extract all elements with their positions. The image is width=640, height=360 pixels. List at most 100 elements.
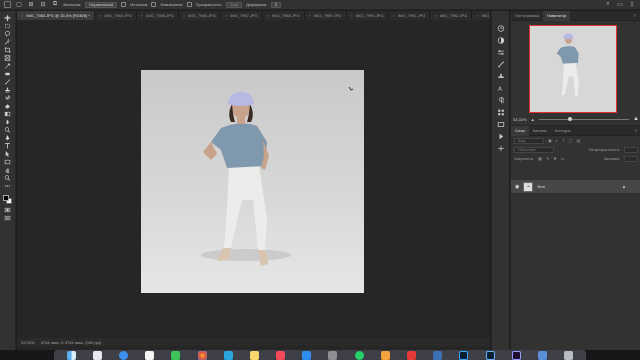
lock-pixels-icon[interactable]: ▦ [538,156,542,161]
app-store-icon[interactable] [302,350,312,360]
color-swatches[interactable] [2,194,13,205]
tab-document-7[interactable]: × IMG_7990.JPG [346,11,389,20]
magic-wand-icon[interactable] [4,39,12,45]
zoom-tool-icon[interactable] [4,175,12,181]
source-radio[interactable] [121,2,127,7]
use-pattern-button[interactable]: Узор [225,1,243,8]
photos-icon[interactable] [197,350,207,360]
clone-source-icon[interactable] [497,73,505,80]
whatsapp-icon[interactable] [354,350,364,360]
filter-adjust-icon[interactable]: ◐ [556,138,558,143]
libraries-icon[interactable] [497,121,505,128]
path-selection-icon[interactable] [4,151,12,157]
character-icon[interactable]: A [497,85,505,92]
blend-mode-select[interactable]: Обычные [514,146,554,153]
screen-mode-icon[interactable] [4,215,12,221]
layers-menu-icon[interactable]: ≡ [631,126,640,136]
history-brush-icon[interactable] [4,95,12,101]
downloads-icon[interactable] [537,350,547,360]
notes-icon[interactable] [249,350,259,360]
patch-mode-select[interactable]: Нормальный [85,1,118,8]
tab-document-1[interactable]: × IMG_7984.JPG [94,11,137,20]
selection-new-icon[interactable]: ▢ [15,1,23,8]
tab-document-6[interactable]: × IMG_7989.JPG [304,11,347,20]
document-canvas[interactable] [141,70,364,293]
move-tool-icon[interactable] [4,15,12,21]
clone-stamp-icon[interactable] [4,87,12,93]
quick-mask-icon[interactable] [4,207,12,213]
pen-tool-icon[interactable] [4,135,12,141]
blur-tool-icon[interactable] [4,119,12,125]
calendar-icon[interactable] [145,350,155,360]
healing-brush-icon[interactable] [4,71,12,77]
tab-histogram[interactable]: Гистограмма [511,11,543,21]
artboard-tool-icon[interactable] [4,23,12,29]
hand-tool-icon[interactable] [4,167,12,173]
navigator-view-frame[interactable] [529,25,617,113]
tab-document-0[interactable]: × IMG_7983.JPG @ 33,3% (RGB/8) * [17,11,95,20]
tab-document-8[interactable]: × IMG_7991.JPG [388,11,431,20]
swatches-icon[interactable] [497,109,505,116]
youtube-icon[interactable] [407,350,417,360]
filter-smart-icon[interactable]: ▤ [576,138,580,143]
zoom-in-icon[interactable]: ▲ [633,116,639,122]
pages-icon[interactable] [380,350,390,360]
opacity-input[interactable] [624,146,638,153]
settings-icon[interactable] [328,350,338,360]
music-icon[interactable] [276,350,286,360]
gradient-tool-icon[interactable] [4,111,12,117]
tab-paths[interactable]: Контуры [551,126,575,136]
foreground-color-swatch[interactable] [3,195,9,201]
tab-document-5[interactable]: × IMG_7988.JPG [262,11,305,20]
search-icon[interactable]: ⌕ [604,1,612,8]
messages-icon[interactable] [171,350,181,360]
eyedropper-icon[interactable] [4,63,12,69]
crop-tool-icon[interactable] [4,47,12,53]
lock-paint-icon[interactable]: ✎ [546,156,549,161]
workspace-icon[interactable]: ▭ [616,1,624,8]
navigator-zoom-value[interactable]: 33,33% [513,117,527,122]
launchpad-icon[interactable] [92,350,102,360]
type-tool-icon[interactable] [4,143,12,149]
photoshop-icon[interactable] [459,350,469,360]
tab-document-10[interactable]: ×IMG_7 [472,11,490,20]
tab-close-icon[interactable]: × [434,13,436,18]
premiere-icon[interactable] [511,350,521,360]
panel-menu-icon[interactable]: ≡ [630,11,640,21]
rectangle-tool-icon[interactable] [4,159,12,165]
selection-add-icon[interactable]: ⊞ [27,1,35,8]
finder-icon[interactable] [66,350,76,360]
tab-close-icon[interactable]: × [351,13,353,18]
eraser-icon[interactable] [4,103,12,109]
zoom-slider[interactable] [538,116,630,121]
frame-tool-icon[interactable] [4,55,12,61]
status-zoom[interactable]: 33,33% [21,340,35,345]
tab-document-2[interactable]: × IMG_7985.JPG [136,11,179,20]
tab-document-3[interactable]: × IMG_7986.JPG [178,11,221,20]
properties-icon[interactable] [497,49,505,56]
zoom-out-icon[interactable]: ▲ [531,117,535,122]
fill-input[interactable] [624,155,638,162]
share-icon[interactable]: ⇪ [628,1,636,8]
lock-all-icon[interactable]: ▭ [561,156,565,161]
tab-close-icon[interactable]: × [183,13,185,18]
filter-shape-icon[interactable]: ▢ [569,138,573,143]
tab-close-icon[interactable]: × [141,13,143,18]
layer-row-background[interactable]: ◉ Фон 🔒︎ [511,180,640,193]
history-icon[interactable] [497,25,505,32]
actions-icon[interactable] [497,133,505,140]
selection-intersect-icon[interactable]: ⧉ [51,1,59,8]
layer-filter-select[interactable]: Вид [514,137,544,144]
tool-preset-icon[interactable] [4,1,11,8]
brush-settings-icon[interactable] [497,61,505,68]
tab-close-icon[interactable]: × [267,13,269,18]
selection-subtract-icon[interactable]: ⊟ [39,1,47,8]
safari-icon[interactable] [118,350,128,360]
tab-layers[interactable]: Слои [511,125,529,136]
lock-position-icon[interactable]: ✥ [553,156,556,161]
more-tools-icon[interactable] [4,183,12,189]
layer-name[interactable]: Фон [537,184,544,189]
tab-close-icon[interactable]: × [21,13,23,18]
lightroom-icon[interactable] [485,350,495,360]
vk-icon[interactable] [433,350,443,360]
